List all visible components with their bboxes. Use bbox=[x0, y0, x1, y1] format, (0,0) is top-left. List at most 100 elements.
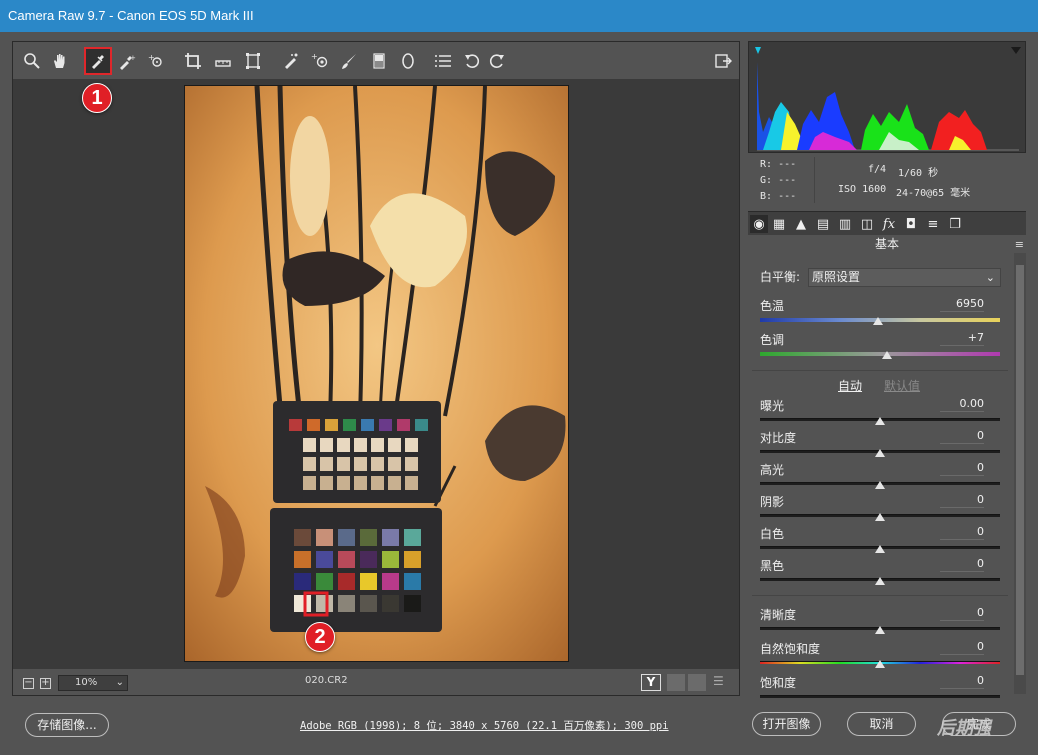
tab-camera-calibration[interactable]: ◘ bbox=[902, 215, 920, 233]
fullscreen-icon[interactable] bbox=[711, 49, 735, 73]
tab-hsl[interactable]: ▤ bbox=[814, 215, 832, 233]
rotate-right-icon[interactable] bbox=[485, 49, 509, 73]
straighten-icon[interactable] bbox=[211, 49, 235, 73]
slider-label: 自然饱和度 bbox=[760, 642, 821, 656]
slider-value[interactable]: 0 bbox=[940, 429, 984, 444]
iso: ISO 1600 bbox=[838, 184, 887, 195]
slider-thumb[interactable] bbox=[875, 545, 885, 553]
transform-icon[interactable] bbox=[241, 49, 265, 73]
shadow-clipping-icon bbox=[755, 47, 761, 54]
slider-value[interactable]: 0 bbox=[940, 606, 984, 621]
presets-list-icon[interactable] bbox=[431, 49, 455, 73]
slider-track[interactable] bbox=[760, 695, 1000, 698]
tint-value[interactable]: +7 bbox=[940, 331, 984, 346]
slider-label: 曝光 bbox=[760, 399, 785, 413]
slider-thumb[interactable] bbox=[875, 417, 885, 425]
divider bbox=[752, 595, 1008, 596]
temperature-slider-thumb[interactable] bbox=[872, 317, 883, 325]
filename: 020.CR2 bbox=[305, 675, 348, 686]
crop-icon[interactable] bbox=[181, 49, 205, 73]
color-chip bbox=[379, 419, 392, 431]
temperature-value[interactable]: 6950 bbox=[940, 297, 984, 312]
color-chip bbox=[320, 476, 333, 490]
color-chip bbox=[316, 551, 333, 568]
tab-tone-curve[interactable]: ▦ bbox=[770, 215, 788, 233]
preview-preferences-icon[interactable]: ☰ bbox=[713, 674, 731, 691]
chevron-down-icon: ⌄ bbox=[115, 677, 124, 688]
brush-icon[interactable] bbox=[337, 49, 361, 73]
tab-split-toning[interactable]: ▥ bbox=[836, 215, 854, 233]
swap-settings-icon[interactable] bbox=[667, 674, 685, 691]
color-chip bbox=[338, 573, 355, 590]
slider-label: 白色 bbox=[760, 527, 785, 541]
slider-value[interactable]: 0 bbox=[940, 557, 984, 572]
radial-filter-icon[interactable] bbox=[396, 49, 420, 73]
auto-button[interactable]: 自动 bbox=[838, 377, 862, 394]
white-balance-icon[interactable] bbox=[84, 47, 112, 75]
toolbar: + + + bbox=[13, 42, 739, 80]
color-chip bbox=[360, 595, 377, 612]
tint-slider-thumb[interactable] bbox=[882, 351, 893, 359]
slider-thumb[interactable] bbox=[875, 660, 885, 668]
open-image-button[interactable]: 打开图像 bbox=[752, 712, 821, 736]
white-balance-select[interactable]: 原照设置 ⌄ bbox=[808, 268, 1001, 287]
tab-lens-corrections[interactable]: ◫ bbox=[858, 215, 876, 233]
slider-value[interactable]: 0.00 bbox=[940, 397, 984, 412]
tab-detail[interactable]: ▲ bbox=[792, 215, 810, 233]
color-chip bbox=[316, 529, 333, 546]
slider-thumb[interactable] bbox=[875, 513, 885, 521]
hand-icon[interactable] bbox=[48, 49, 72, 73]
slider-thumb[interactable] bbox=[875, 626, 885, 634]
slider-label: 饱和度 bbox=[760, 676, 797, 690]
color-chip bbox=[354, 457, 367, 471]
tab-snapshots[interactable]: ❐ bbox=[946, 215, 964, 233]
color-sampler-icon[interactable]: + bbox=[115, 49, 139, 73]
color-chip bbox=[371, 457, 384, 471]
spot-removal-icon[interactable] bbox=[279, 49, 303, 73]
tint-track[interactable] bbox=[760, 352, 1000, 356]
workflow-options-link[interactable]: Adobe RGB (1998); 8 位; 3840 x 5760 (22.1… bbox=[300, 718, 669, 733]
slider-value[interactable]: 0 bbox=[940, 640, 984, 655]
target-adjust-icon[interactable]: + bbox=[144, 49, 168, 73]
zoom-in-button[interactable]: + bbox=[40, 678, 51, 689]
zoom-level-select[interactable]: 10% ⌄ bbox=[58, 675, 128, 691]
color-chip bbox=[303, 438, 316, 452]
color-chip bbox=[404, 529, 421, 546]
color-chip bbox=[294, 573, 311, 590]
annotation-badge-2: 2 bbox=[305, 622, 335, 652]
zoom-out-button[interactable]: − bbox=[23, 678, 34, 689]
highlight-clipping-icon bbox=[1011, 47, 1021, 54]
default-button[interactable]: 默认值 bbox=[884, 377, 920, 394]
slider-value[interactable]: 0 bbox=[940, 525, 984, 540]
scrollbar-thumb[interactable] bbox=[1016, 265, 1024, 675]
slider-thumb[interactable] bbox=[875, 481, 885, 489]
tab-presets[interactable]: ≡ bbox=[924, 215, 942, 233]
annotation-badge-1: 1 bbox=[82, 83, 112, 113]
svg-text:+: + bbox=[130, 54, 136, 62]
save-image-button[interactable]: 存储图像... bbox=[25, 713, 109, 737]
panel-scrollbar[interactable] bbox=[1014, 253, 1026, 694]
color-chip bbox=[388, 476, 401, 490]
chevron-down-icon: ⌄ bbox=[985, 271, 995, 284]
color-chip bbox=[361, 419, 374, 431]
zoom-icon[interactable] bbox=[20, 49, 44, 73]
color-chip bbox=[404, 595, 421, 612]
slider-thumb[interactable] bbox=[875, 577, 885, 585]
cancel-button[interactable]: 取消 bbox=[847, 712, 916, 736]
slider-value[interactable]: 0 bbox=[940, 493, 984, 508]
compare-view-button[interactable]: Y bbox=[641, 674, 661, 691]
tab-basic[interactable]: ◉ bbox=[750, 215, 768, 233]
rotate-left-icon[interactable] bbox=[460, 49, 484, 73]
panel-menu-icon[interactable]: ≡ bbox=[1015, 238, 1024, 251]
red-eye-icon[interactable]: + bbox=[308, 49, 332, 73]
copy-settings-icon[interactable] bbox=[688, 674, 706, 691]
tab-effects[interactable]: fx bbox=[880, 215, 898, 233]
slider-thumb[interactable] bbox=[875, 449, 885, 457]
slider-label: 高光 bbox=[760, 463, 785, 477]
slider-value[interactable]: 0 bbox=[940, 674, 984, 689]
color-chip bbox=[343, 419, 356, 431]
graduated-filter-icon[interactable] bbox=[367, 49, 391, 73]
slider-value[interactable]: 0 bbox=[940, 461, 984, 476]
slider-label: 阴影 bbox=[760, 495, 785, 509]
color-chip bbox=[388, 438, 401, 452]
